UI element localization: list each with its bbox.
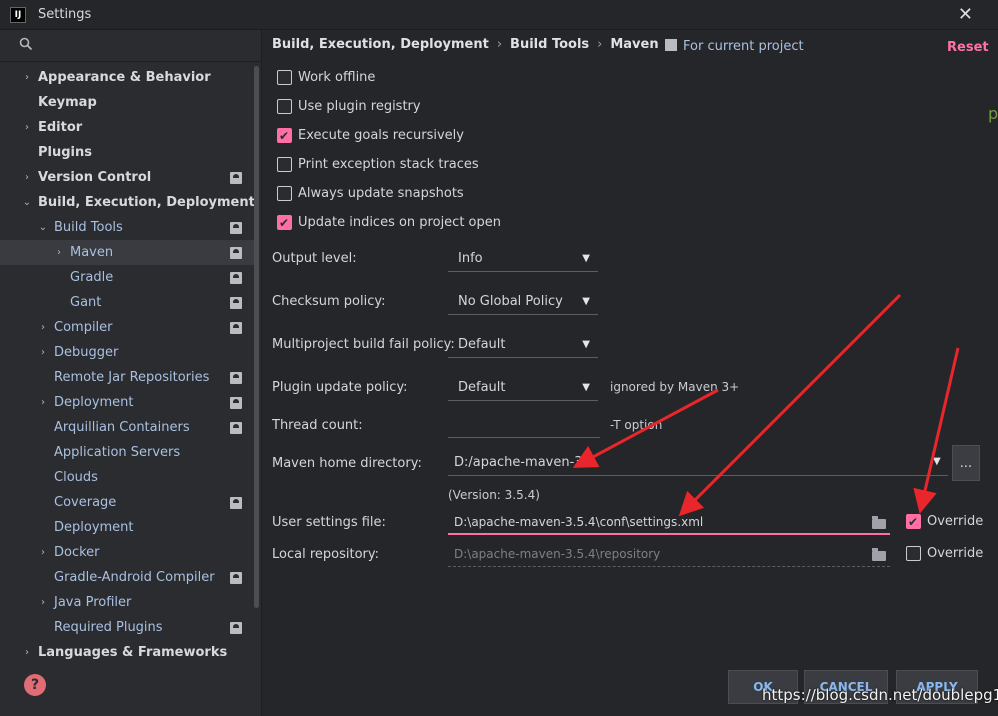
annotation-arrow bbox=[913, 347, 960, 514]
annotation-arrow bbox=[678, 293, 902, 517]
watermark: https://blog.csdn.net/doublepg13 bbox=[762, 686, 998, 704]
background-glyph: p bbox=[988, 104, 998, 123]
settings-window: IJ Settings ✕ › Appearance & Behavior Key… bbox=[0, 0, 998, 716]
annotation-arrows bbox=[572, 293, 960, 517]
annotation-arrow bbox=[572, 388, 719, 468]
